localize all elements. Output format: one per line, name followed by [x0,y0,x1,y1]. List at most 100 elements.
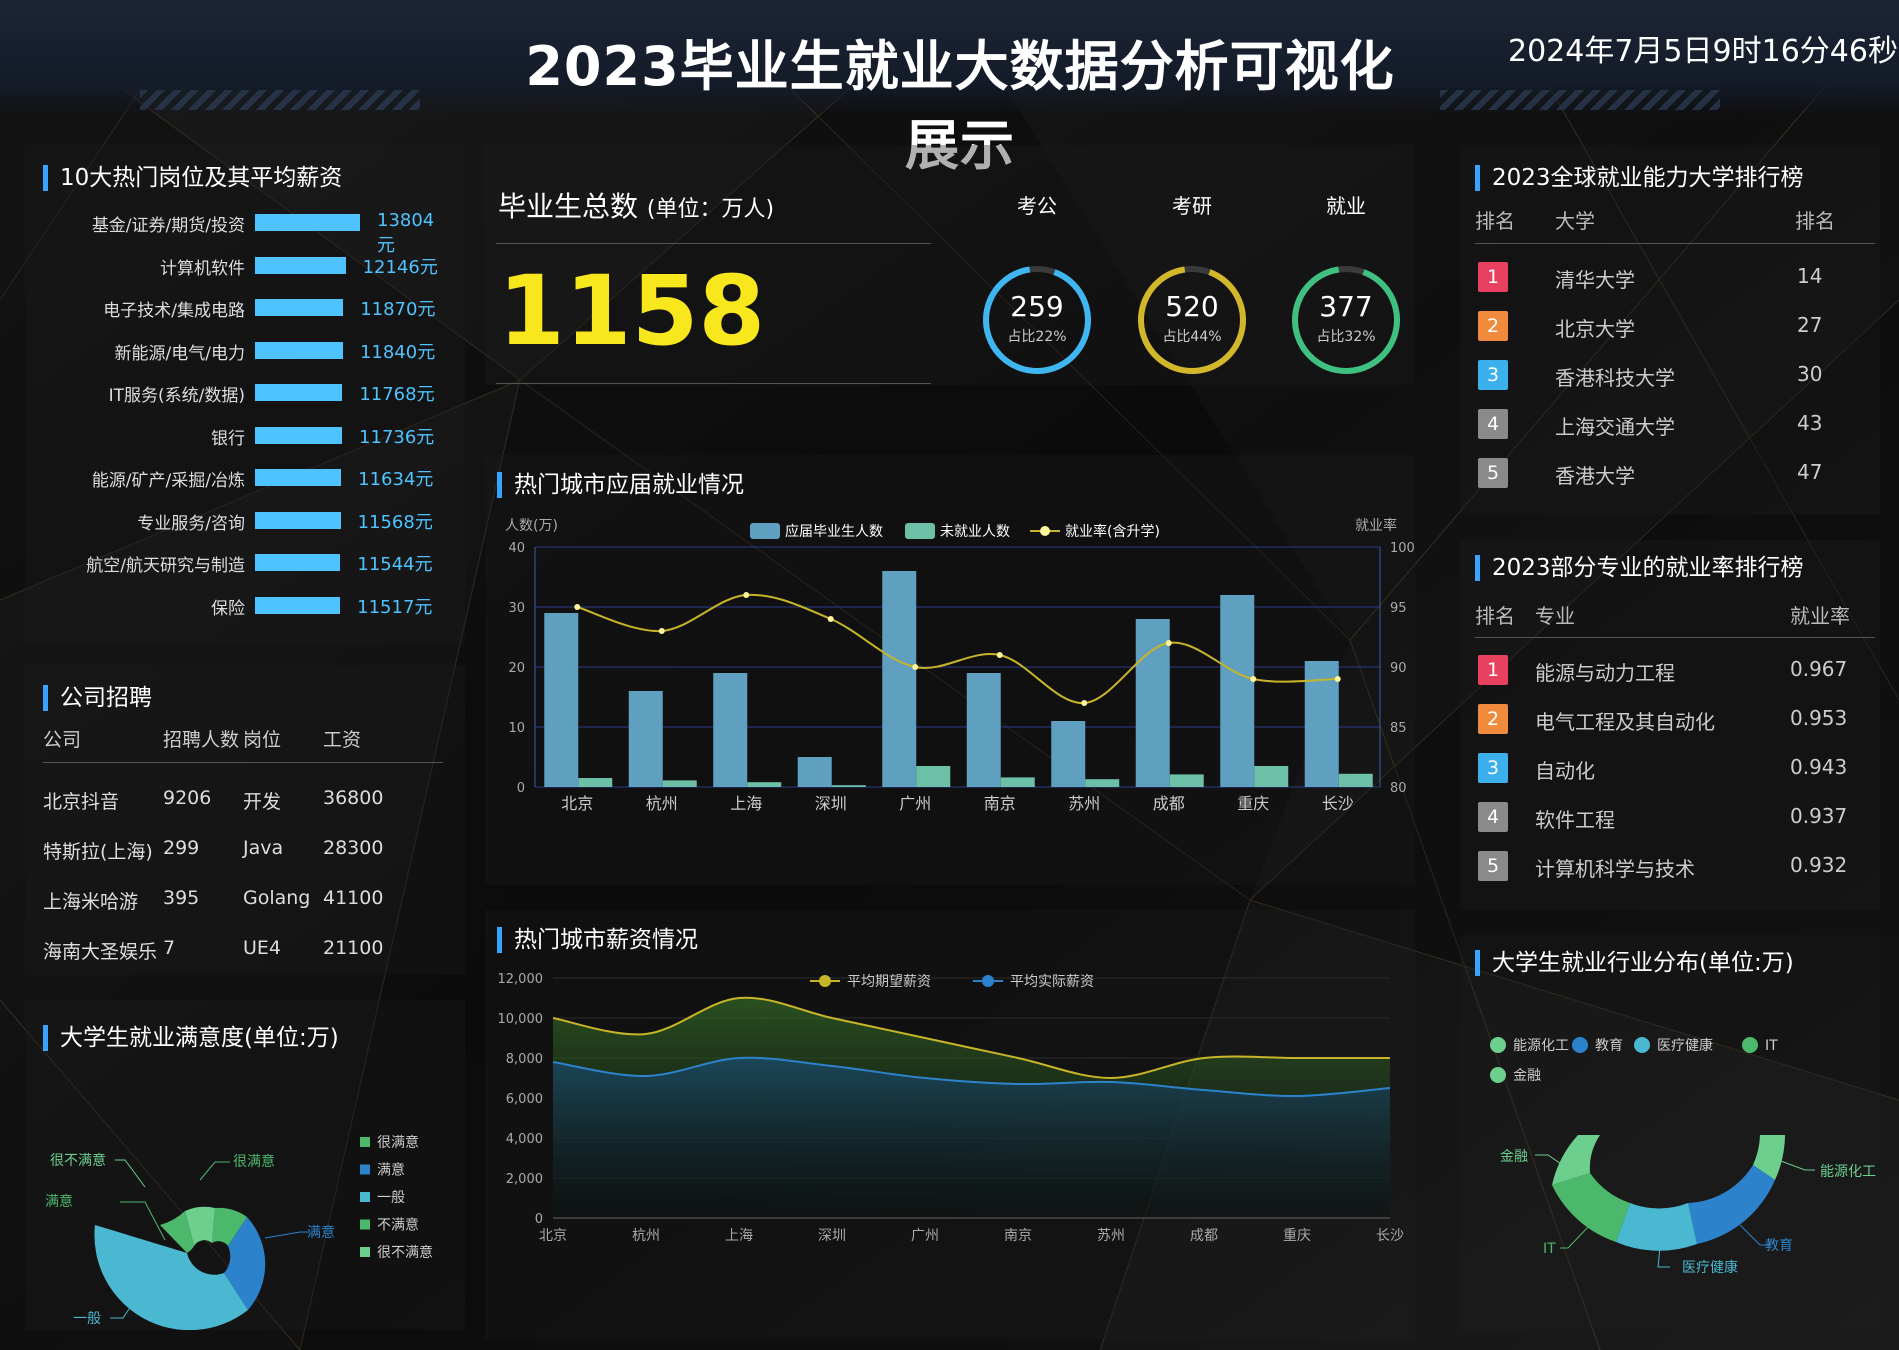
major-rank-panel: 2023部分专业的就业率排行榜 排名 专业 就业率 1 能源与动力工程 0.967 2… [1460,540,1880,910]
sat-legend-label: 一般 [377,1190,405,1206]
major-header-score: 就业率 [1790,604,1850,628]
emp-rate-point[interactable] [574,604,581,610]
sat-label-satisfied-left: 满意 [45,1193,73,1210]
emp-bar-graduates[interactable] [544,613,579,787]
rank-badge: 1 [1478,655,1508,685]
emp-bar-graduates[interactable] [713,673,748,787]
emp-xtick: 苏州 [1068,794,1100,813]
emp-bar-unemployed[interactable] [1000,777,1035,787]
sat-legend-label: 不满意 [377,1217,419,1234]
rank-score: 0.953 [1790,706,1848,730]
hot-job-bar [255,256,346,274]
rank-badge: 4 [1478,409,1508,439]
emp-bar-graduates[interactable] [1220,595,1255,787]
sal-ytick: 12,000 [498,972,544,987]
rank-score: 14 [1797,264,1823,288]
emp-bar-unemployed[interactable] [1254,766,1289,787]
emp-bar-unemployed[interactable] [831,785,866,787]
uni-header-score: 排名 [1795,209,1835,233]
ind-legend-dot [1572,1037,1588,1053]
industry-panel: 大学生就业行业分布(单位:万) 能源化工 教育 医疗健康 IT 金融 金融 能源化工 I… [1460,935,1880,1330]
emp-bar-graduates[interactable] [797,757,832,787]
rank-badge: 3 [1478,753,1508,783]
ind-legend-dot [1742,1037,1758,1053]
emp-bar-graduates[interactable] [882,571,917,787]
hot-job-name: 专业服务/咨询 [137,513,245,534]
emp-xtick: 深圳 [815,794,847,813]
sal-xtick: 北京 [539,1228,567,1244]
emp-bar-graduates[interactable] [628,691,663,787]
emp-xtick: 南京 [984,794,1016,813]
hot-job-bar [255,554,341,571]
company-cell: 开发 [243,791,282,813]
emp-rate-point[interactable] [1250,676,1257,682]
ind-label-energy: 能源化工 [1820,1164,1876,1180]
emp-bar-unemployed[interactable] [916,766,951,787]
header-bar: 2023毕业生就业大数据分析可视化展示 2024年7月5日9时16分46秒 [0,0,1899,177]
rank-score: 0.937 [1790,804,1848,828]
emp-y2tick: 85 [1390,721,1407,736]
datetime-display: 2024年7月5日9时16分46秒 [1508,34,1898,69]
rank-badge: 1 [1478,262,1508,292]
emp-rate-point[interactable] [1165,640,1172,646]
hot-job-name: 计算机软件 [160,258,245,279]
company-cell: 9206 [163,787,212,809]
emp-rate-point[interactable] [996,652,1003,658]
emp-rate-point[interactable] [1334,676,1341,682]
sal-ytick: 2,000 [506,1172,543,1187]
sal-legend-actual: 平均实际薪资 [1010,974,1094,990]
hot-job-name: 银行 [211,428,245,449]
city-employment-panel: 热门城市应届就业情况 人数(万) 就业率 0 80 10 85 20 90 30 95 40 100 北… [485,455,1415,885]
rank-badge: 4 [1478,802,1508,832]
industry-slice-it[interactable] [1552,1173,1630,1242]
emp-bar-unemployed[interactable] [662,780,697,787]
ind-label-finance: 金融 [1500,1149,1528,1165]
sal-xtick: 广州 [911,1228,939,1244]
hot-job-row: 银行 11736元 [25,420,445,450]
company-header-position: 岗位 [243,729,282,751]
hot-job-row: IT服务(系统/数据) 11768元 [25,377,445,407]
total-divider-bottom [496,383,931,384]
hot-job-salary: 11544元 [357,554,433,575]
industry-legend: 能源化工 教育 医疗健康 IT 金融 [1490,1037,1778,1084]
hot-job-name: 航空/航天研究与制造 [86,556,245,576]
emp-rate-point[interactable] [827,616,834,622]
ring-percent: 占比22% [1007,329,1067,345]
company-cell: Java [243,837,284,859]
company-header-name: 公司 [43,729,82,751]
emp-rate-point[interactable] [912,664,919,670]
hot-job-name: 保险 [211,598,245,619]
hot-job-row: 新能源/电气/电力 11840元 [25,335,445,365]
emp-rate-point[interactable] [658,628,665,634]
emp-bar-unemployed[interactable] [1085,779,1120,787]
sal-legend-expected: 平均期望薪资 [847,974,931,990]
industry-title: 大学生就业行业分布(单位:万) [1475,950,1794,976]
industry-slice-education[interactable] [1688,1165,1775,1244]
uni-header-divider [1475,243,1875,244]
rank-name: 香港科技大学 [1555,366,1675,390]
emp-bar-graduates[interactable] [966,673,1001,787]
company-cell: 395 [163,887,200,909]
emp-rate-point[interactable] [1081,700,1088,706]
hot-job-bar [255,384,343,401]
rank-badge: 3 [1478,360,1508,390]
industry-slice-health[interactable] [1616,1203,1697,1251]
emp-bar-unemployed[interactable] [747,782,782,787]
hot-job-row: 专业服务/咨询 11568元 [25,505,445,535]
hot-job-name: 电子技术/集成电路 [103,301,245,321]
ind-legend-label: 医疗健康 [1657,1037,1713,1054]
emp-bar-unemployed[interactable] [578,778,613,787]
ring-0: 259 占比22% [981,264,1093,376]
company-cell: 299 [163,837,200,859]
emp-rate-point[interactable] [743,592,750,598]
company-cell: 36800 [323,787,384,809]
emp-bar-unemployed[interactable] [1338,773,1373,787]
emp-xtick: 成都 [1153,794,1185,813]
sal-xtick: 南京 [1004,1228,1032,1244]
emp-bar-graduates[interactable] [1051,721,1086,787]
company-header-salary: 工资 [323,729,362,751]
emp-bar-unemployed[interactable] [1169,774,1204,787]
ring-value: 259 [1010,290,1064,323]
sat-legend-label: 很不满意 [377,1244,433,1261]
emp-xtick: 北京 [561,794,593,813]
